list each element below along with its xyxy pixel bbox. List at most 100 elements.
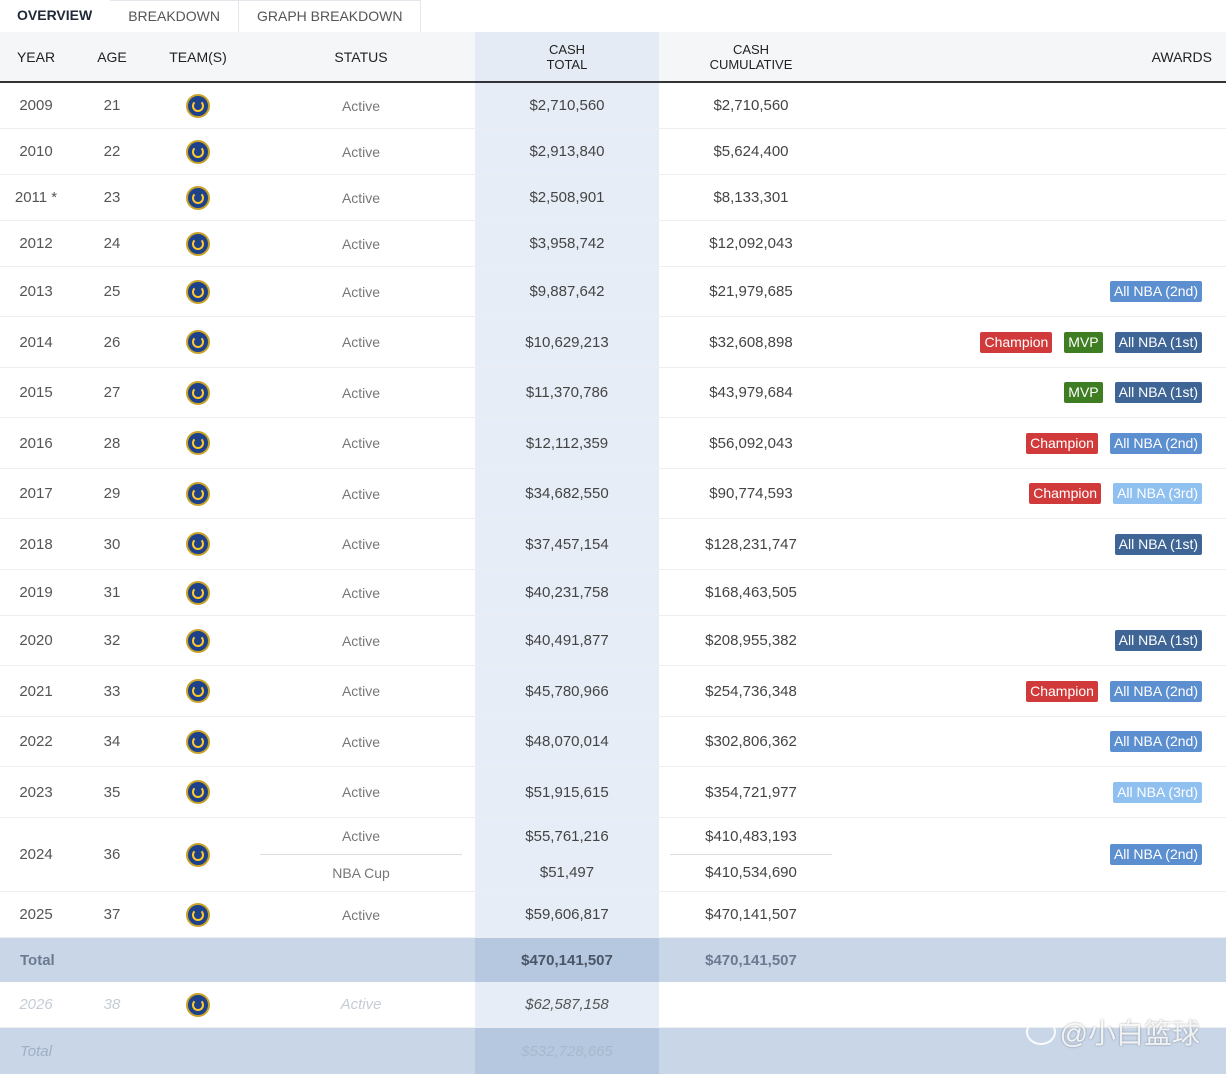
row-cash-total: $45,780,966 <box>525 682 609 700</box>
warriors-logo-icon[interactable] <box>186 679 210 703</box>
row-year: 2021 <box>19 682 53 700</box>
warriors-logo-icon[interactable] <box>186 380 210 405</box>
tab-graph-breakdown[interactable]: GRAPH BREAKDOWN <box>239 0 422 32</box>
row-cash-cumulative: $254,736,348 <box>705 682 797 700</box>
award-badge: MVP <box>1064 382 1103 403</box>
row-status: Active <box>341 334 381 350</box>
award-badge: All NBA (3rd) <box>1113 781 1202 803</box>
row-awards: MVP All NBA (1st) <box>822 368 1202 417</box>
row-age: 31 <box>103 584 121 601</box>
row-cash-total: $48,070,014 <box>525 733 609 750</box>
tab-breakdown[interactable]: BREAKDOWN <box>110 0 239 32</box>
award-badge: All NBA (1st) <box>1114 630 1202 651</box>
row-cash-cumulative: $43,979,684 <box>709 384 793 401</box>
row-year: 2013 <box>19 283 53 300</box>
row-team <box>160 616 236 665</box>
row-status: Active <box>341 97 381 114</box>
row-age: 23 <box>103 189 121 206</box>
row-status: Active <box>341 906 381 923</box>
warriors-logo-icon[interactable] <box>186 532 210 556</box>
row-cum-2: $410,534,690 <box>705 864 797 881</box>
row-team <box>160 129 236 174</box>
header-status[interactable]: STATUS <box>260 32 462 81</box>
row-year: 2026 <box>19 996 53 1013</box>
row-awards: All NBA (1st) <box>822 519 1202 569</box>
header-year[interactable]: YEAR <box>0 32 72 81</box>
row-year: 2024 <box>19 846 53 863</box>
warriors-logo-icon[interactable] <box>186 330 210 354</box>
row-awards: Champion All NBA (3rd) <box>822 469 1202 518</box>
row-status: Active <box>341 632 381 649</box>
row-team <box>160 767 236 817</box>
row-age: 35 <box>103 783 121 801</box>
warriors-logo-icon[interactable] <box>186 902 210 927</box>
future-total-cash: $532,728,665 <box>475 1028 659 1074</box>
warriors-logo-icon[interactable] <box>186 93 210 118</box>
header-cash-cum-line1: CASH <box>732 41 770 57</box>
row-year: 2012 <box>19 235 53 252</box>
warriors-logo-icon[interactable] <box>186 481 210 506</box>
row-year: 2010 <box>19 143 53 160</box>
row-status: Active <box>341 733 381 750</box>
table-row: 2011 * 23 Active $2,508,901 $8,133,301 <box>0 175 1226 221</box>
row-age: 32 <box>103 632 121 649</box>
row-cash-total: $59,606,817 <box>525 906 609 923</box>
row-team <box>160 267 236 316</box>
warriors-logo-icon[interactable] <box>186 139 210 164</box>
warriors-logo-icon[interactable] <box>186 185 210 210</box>
warriors-logo-icon[interactable] <box>186 628 210 653</box>
warriors-logo-icon[interactable] <box>186 992 210 1017</box>
row-awards <box>822 175 1202 220</box>
row-status: Active <box>341 384 381 401</box>
row-cash-total: $3,958,742 <box>529 235 605 252</box>
row-cash-cumulative: $128,231,747 <box>705 535 797 553</box>
header-cash-total[interactable]: CASH TOTAL <box>475 32 659 81</box>
watermark-text: @小白篮球 <box>1059 1018 1200 1049</box>
table-row: 2022 34 Active $48,070,014 $302,806,362 All N… <box>0 717 1226 767</box>
row-cash-cumulative: $5,624,400 <box>713 143 789 160</box>
row-age: 27 <box>103 384 121 401</box>
award-badge: Champion <box>980 331 1053 353</box>
row-status-active: Active <box>260 819 462 855</box>
award-badge: All NBA (2nd) <box>1109 432 1202 454</box>
row-status-nba-cup: NBA Cup <box>332 864 390 881</box>
table-row: 2017 29 Active $34,682,550 $90,774,593 Champi… <box>0 469 1226 519</box>
award-badge: Champion <box>1029 483 1102 504</box>
warriors-logo-icon[interactable] <box>186 431 210 455</box>
tab-overview[interactable]: OVERVIEW <box>0 0 111 32</box>
row-cash-1: $55,761,216 <box>525 828 609 845</box>
row-cash-cumulative: $354,721,977 <box>705 783 797 801</box>
header-awards[interactable]: AWARDS <box>832 32 1212 81</box>
warriors-logo-icon[interactable] <box>186 842 210 867</box>
header-teams[interactable]: TEAM(S) <box>160 32 236 81</box>
row-status: Active <box>341 235 381 252</box>
row-cash-total: $62,587,158 <box>525 996 609 1013</box>
row-team <box>160 418 236 468</box>
row-cash-total: $12,112,359 <box>525 434 609 452</box>
row-year: 2014 <box>19 333 53 351</box>
row-cum-split: $410,483,193 $410,534,690 <box>670 818 832 891</box>
watermark-logo-icon <box>1025 1019 1056 1045</box>
tab-bar: OVERVIEW BREAKDOWN GRAPH BREAKDOWN <box>0 0 422 32</box>
warriors-logo-icon[interactable] <box>186 729 210 754</box>
warriors-logo-icon[interactable] <box>186 279 210 304</box>
row-year: 2016 <box>19 434 53 452</box>
header-cash-cumulative[interactable]: CASH CUMULATIVE <box>670 32 832 81</box>
award-badge: All NBA (1st) <box>1114 382 1202 403</box>
warriors-logo-icon[interactable] <box>186 231 210 256</box>
row-team <box>160 818 236 891</box>
total-label: Total <box>20 951 55 969</box>
row-cash-cumulative: $470,141,507 <box>705 906 797 923</box>
warriors-logo-icon[interactable] <box>186 580 210 605</box>
row-team <box>160 982 236 1027</box>
row-year: 2011 * <box>14 189 58 206</box>
row-year: 2018 <box>19 535 53 553</box>
row-awards: Champion All NBA (2nd) <box>822 418 1202 468</box>
row-year: 2023 <box>19 783 53 801</box>
warriors-logo-icon[interactable] <box>186 780 210 804</box>
award-badge: MVP <box>1064 331 1103 353</box>
header-age[interactable]: AGE <box>72 32 152 81</box>
row-awards <box>822 221 1202 266</box>
row-cash-total: $11,370,786 <box>525 384 609 401</box>
total-cumulative: $470,141,507 <box>705 951 797 969</box>
